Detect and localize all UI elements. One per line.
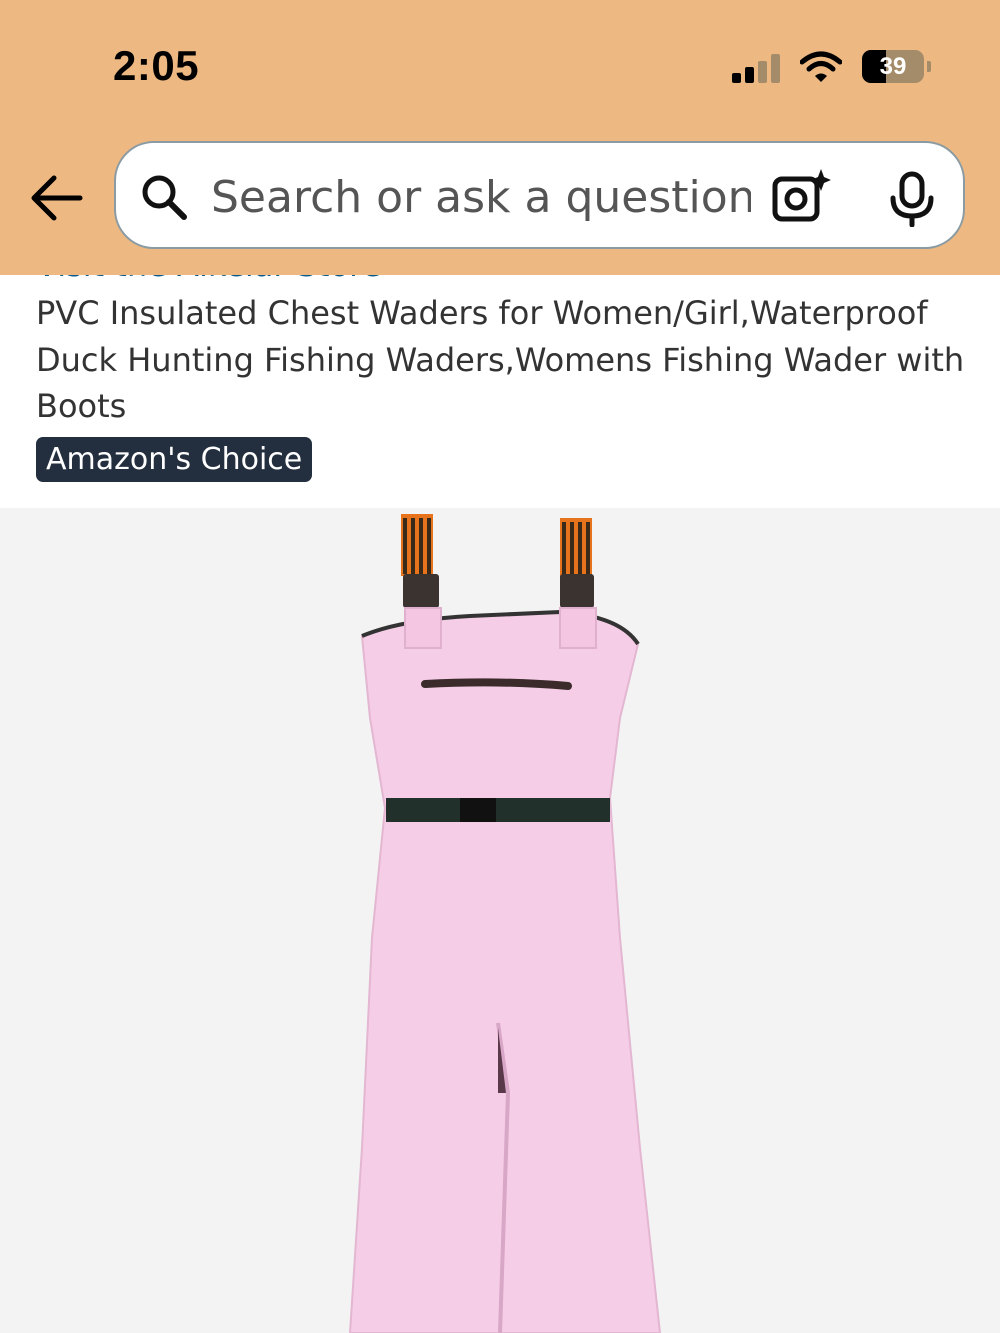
camera-lens-icon[interactable]: [771, 167, 831, 225]
app-header: 2:05 39: [0, 0, 1000, 275]
search-bar[interactable]: [114, 141, 965, 249]
microphone-icon[interactable]: [889, 171, 935, 227]
chest-waders-image: [348, 514, 662, 1333]
wifi-icon: [800, 51, 842, 82]
back-arrow-icon[interactable]: [28, 172, 84, 224]
cellular-signal-icon: [732, 53, 782, 83]
battery-icon: 39: [862, 50, 924, 83]
amazons-choice-badge: Amazon's Choice: [36, 437, 313, 482]
battery-cap: [927, 61, 931, 72]
search-input[interactable]: [211, 165, 751, 229]
search-icon: [142, 175, 187, 220]
battery-percent: 39: [879, 52, 907, 80]
product-title: PVC Insulated Chest Waders for Women/Gir…: [36, 294, 965, 425]
status-time: 2:05: [113, 42, 200, 89]
product-image[interactable]: [0, 508, 1000, 1333]
